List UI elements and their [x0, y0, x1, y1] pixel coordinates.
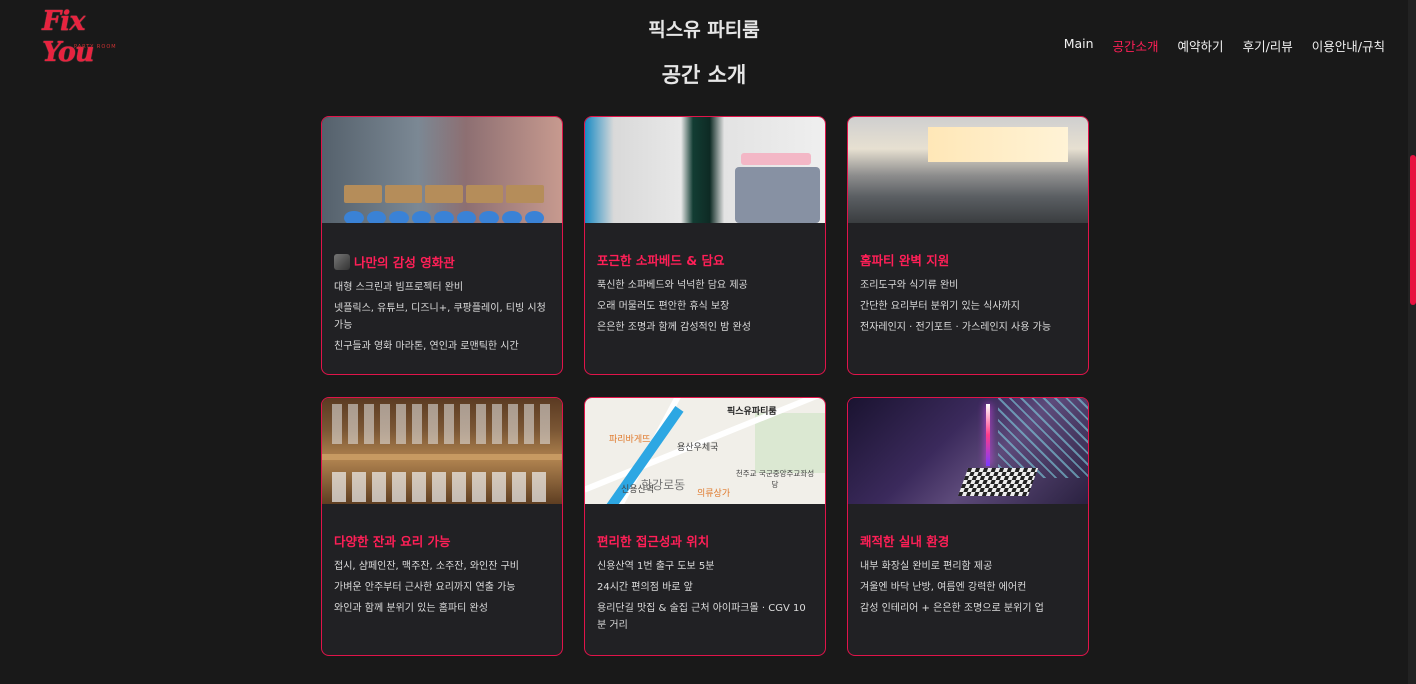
list-item: 푹신한 소파베드와 넉넉한 담요 제공 — [597, 280, 748, 291]
list-item: 은은한 조명과 함께 감성적인 밤 완성 — [597, 322, 751, 333]
feature-list: 조리도구와 식기류 완비 간단한 요리부터 분위기 있는 식사까지 전자레인지 … — [860, 277, 1076, 336]
nav-item-space[interactable]: 공간소개 — [1113, 36, 1159, 55]
feature-list: 내부 화장실 완비로 편리함 제공 겨울엔 바닥 난방, 여름엔 강력한 에어컨… — [860, 558, 1076, 617]
feature-card-location: 픽스유파티룸 파리바게뜨 용산우체국 신용산역 한강로동 의류상가 천주교 국군… — [584, 397, 826, 656]
tv-screen-image — [322, 117, 562, 223]
list-item: 신용산역 1번 출구 도보 5분 — [597, 561, 715, 572]
list-item: 와인과 함께 분위기 있는 홈파티 완성 — [334, 603, 488, 614]
list-item: 친구들과 영화 마라톤, 연인과 로맨틱한 시간 — [334, 341, 519, 352]
card-title-text: 나만의 감성 영화관 — [354, 255, 455, 270]
map-label-area: 한강로동 — [641, 478, 686, 492]
list-item: 오래 머물러도 편안한 휴식 보장 — [597, 301, 730, 312]
card-title: 다양한 잔과 요리 가능 — [334, 534, 451, 549]
card-title: 홈파티 완벽 지원 — [860, 253, 950, 268]
list-item: 조리도구와 식기류 완비 — [860, 280, 959, 291]
feature-grid: 나만의 감성 영화관 대형 스크린과 빔프로젝터 완비 넷플릭스, 유튜브, 디… — [321, 116, 1089, 656]
card-title: 포근한 소파베드 & 담요 — [597, 253, 725, 268]
list-item: 넷플릭스, 유튜브, 디즈니+, 쿠팡플레이, 티빙 시청 가능 — [334, 303, 546, 331]
section-title: 공간 소개 — [661, 63, 747, 87]
list-item: 겨울엔 바닥 난방, 여름엔 강력한 에어컨 — [860, 582, 1027, 593]
feature-list: 접시, 샴페인잔, 맥주잔, 소주잔, 와인잔 구비 가벼운 안주부터 근사한 … — [334, 558, 550, 617]
kitchen-image — [848, 117, 1088, 223]
map-label-shop: 의류상가 — [697, 489, 731, 499]
card-title: 나만의 감성 영화관 — [334, 252, 550, 271]
neon-interior-image — [848, 398, 1088, 504]
list-item: 용리단길 맛집 & 술집 근처 아이파크몰 · CGV 10분 거리 — [597, 603, 806, 631]
location-map-image[interactable]: 픽스유파티룸 파리바게뜨 용산우체국 신용산역 한강로동 의류상가 천주교 국군… — [585, 398, 825, 504]
feature-card-glassware: 다양한 잔과 요리 가능 접시, 샴페인잔, 맥주잔, 소주잔, 와인잔 구비 … — [321, 397, 563, 656]
feature-card-sofa: 포근한 소파베드 & 담요 푹신한 소파베드와 넉넉한 담요 제공 오래 머물러… — [584, 116, 826, 375]
list-item: 감성 인테리어 + 은은한 조명으로 분위기 업 — [860, 603, 1044, 614]
nav-item-rules[interactable]: 이용안내/규칙 — [1312, 36, 1385, 55]
logo-subtitle: PARTY ROOM — [74, 44, 117, 50]
list-item: 24시간 편의점 바로 앞 — [597, 582, 693, 593]
feature-card-cinema: 나만의 감성 영화관 대형 스크린과 빔프로젝터 완비 넷플릭스, 유튜브, 디… — [321, 116, 563, 375]
list-item: 대형 스크린과 빔프로젝터 완비 — [334, 282, 464, 293]
feature-card-homeparty: 홈파티 완벽 지원 조리도구와 식기류 완비 간단한 요리부터 분위기 있는 식… — [847, 116, 1089, 375]
map-label-school: 천주교 국군중앙주교좌성당 — [735, 469, 815, 489]
card-title: 쾌적한 실내 환경 — [860, 534, 950, 549]
map-label-post: 용산우체국 — [677, 443, 719, 453]
nav-item-reservation[interactable]: 예약하기 — [1178, 36, 1224, 55]
card-title: 편리한 접근성과 위치 — [597, 534, 710, 549]
map-label-place: 픽스유파티룸 — [727, 407, 777, 417]
nav-item-reviews[interactable]: 후기/리뷰 — [1243, 36, 1293, 55]
page-scrollbar[interactable] — [1408, 0, 1416, 684]
feature-list: 신용산역 1번 출구 도보 5분 24시간 편의점 바로 앞 용리단길 맛집 &… — [597, 558, 813, 634]
list-item: 가벼운 안주부터 근사한 요리까지 연출 가능 — [334, 582, 516, 593]
main-nav: Main 공간소개 예약하기 후기/리뷰 이용안내/규칙 — [1064, 36, 1385, 55]
list-item: 전자레인지 · 전기포트 · 가스레인지 사용 가능 — [860, 322, 1052, 333]
map-label-cafe: 파리바게뜨 — [609, 435, 651, 445]
feature-list: 대형 스크린과 빔프로젝터 완비 넷플릭스, 유튜브, 디즈니+, 쿠팡플레이,… — [334, 279, 550, 355]
nav-item-main[interactable]: Main — [1064, 36, 1094, 55]
feature-card-interior: 쾌적한 실내 환경 내부 화장실 완비로 편리함 제공 겨울엔 바닥 난방, 여… — [847, 397, 1089, 656]
list-item: 내부 화장실 완비로 편리함 제공 — [860, 561, 993, 572]
film-camera-icon — [334, 253, 350, 270]
glass-shelf-image — [322, 398, 562, 504]
list-item: 간단한 요리부터 분위기 있는 식사까지 — [860, 301, 1020, 312]
list-item: 접시, 샴페인잔, 맥주잔, 소주잔, 와인잔 구비 — [334, 561, 520, 572]
feature-list: 푹신한 소파베드와 넉넉한 담요 제공 오래 머물러도 편안한 휴식 보장 은은… — [597, 277, 813, 336]
sofa-bed-image — [585, 117, 825, 223]
scrollbar-thumb[interactable] — [1410, 155, 1416, 305]
